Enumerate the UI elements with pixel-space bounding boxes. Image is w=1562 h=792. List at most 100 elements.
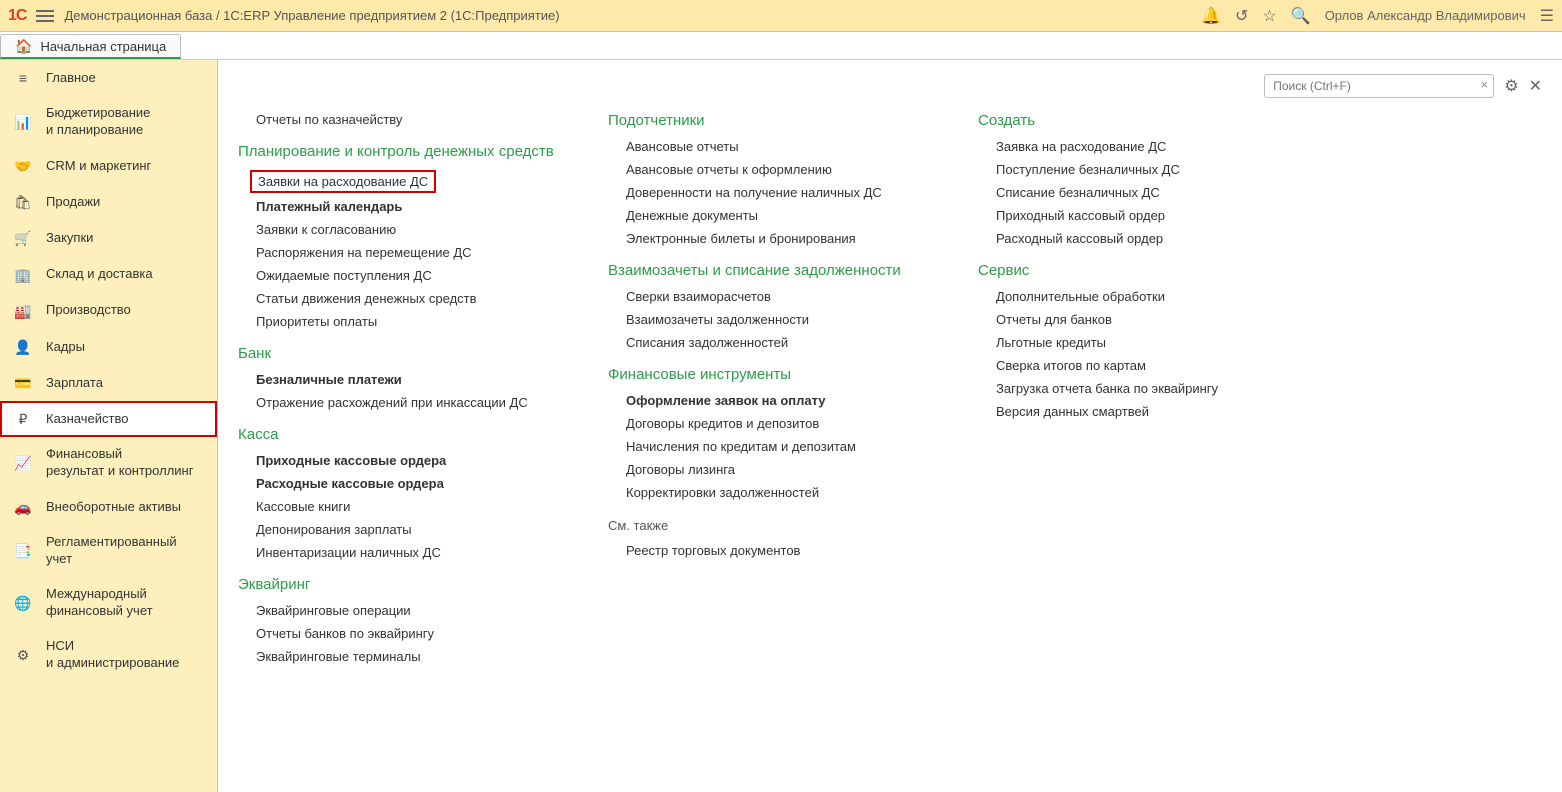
logo-1c: 1C (8, 7, 26, 25)
nav-link[interactable]: Безналичные платежи (256, 372, 558, 387)
sidebar-item[interactable]: 👤Кадры (0, 329, 217, 365)
home-icon: 🏠 (15, 38, 32, 55)
sidebar-label: Продажи (46, 194, 203, 211)
sidebar-icon: ⚙ (14, 646, 32, 664)
nav-link[interactable]: Сверки взаиморасчетов (626, 289, 928, 304)
search-icon[interactable]: 🔍 (1291, 6, 1311, 26)
star-icon[interactable]: ☆ (1262, 6, 1276, 26)
nav-link[interactable]: Отчеты по казначейству (256, 112, 558, 127)
nav-link[interactable]: Оформление заявок на оплату (626, 393, 928, 408)
sidebar-icon: 💳 (14, 374, 32, 392)
nav-link[interactable]: Авансовые отчеты (626, 139, 928, 154)
group-header[interactable]: Финансовые инструменты (608, 366, 928, 383)
group-header[interactable]: Подотчетники (608, 112, 928, 129)
group-header[interactable]: Планирование и контроль денежных средств (238, 143, 558, 160)
menu-icon[interactable] (36, 10, 54, 22)
nav-link[interactable]: Инвентаризации наличных ДС (256, 545, 558, 560)
nav-link[interactable]: Версия данных смартвей (996, 404, 1298, 419)
filter-icon[interactable]: ☰ (1540, 6, 1554, 26)
sidebar: ≡Главное📊Бюджетирование и планирование 🤝 C… (0, 60, 218, 792)
col-3: Создать Заявка на расходование ДС Поступле… (978, 108, 1298, 427)
nav-link[interactable]: Отчеты банков по эквайрингу (256, 626, 558, 641)
nav-link[interactable]: Корректировки задолженностей (626, 485, 928, 500)
sidebar-item[interactable]: 🚗Внеоборотные активы (0, 489, 217, 525)
nav-link[interactable]: Доверенности на получение наличных ДС (626, 185, 928, 200)
sidebar-label: Бюджетирование и планирование (46, 105, 203, 139)
close-icon[interactable]: ✕ (1529, 76, 1542, 96)
nav-link[interactable]: Отражение расхождений при инкассации ДС (256, 395, 558, 410)
nav-link[interactable]: Расходные кассовые ордера (256, 476, 558, 491)
sidebar-label: Международный финансовый учет (46, 586, 203, 620)
nav-link[interactable]: Списание безналичных ДС (996, 185, 1298, 200)
sidebar-label: CRM и маркетинг (46, 158, 203, 175)
sidebar-icon: 🏢 (14, 266, 32, 284)
nav-link[interactable]: Расходный кассовый ордер (996, 231, 1298, 246)
sidebar-item[interactable]: 📑Регламентированный учет (0, 525, 217, 577)
sidebar-item[interactable]: 🛍Продажи (0, 184, 217, 220)
sidebar-item[interactable]: 📈Финансовый результат и контроллинг (0, 437, 217, 489)
nav-link[interactable]: Сверка итогов по картам (996, 358, 1298, 373)
sidebar-label: Главное (46, 70, 203, 87)
nav-link[interactable]: Начисления по кредитам и депозитам (626, 439, 928, 454)
sidebar-label: Финансовый результат и контроллинг (46, 446, 203, 480)
nav-link[interactable]: Отчеты для банков (996, 312, 1298, 327)
tab-start[interactable]: 🏠 Начальная страница (0, 34, 181, 59)
nav-link[interactable]: Заявки к согласованию (256, 222, 558, 237)
sidebar-item[interactable]: 💳Зарплата (0, 365, 217, 401)
nav-link[interactable]: Приходный кассовый ордер (996, 208, 1298, 223)
nav-link[interactable]: Приоритеты оплаты (256, 314, 558, 329)
tabbar: 🏠 Начальная страница (0, 32, 1562, 60)
sidebar-item[interactable]: 📊Бюджетирование и планирование (0, 96, 217, 148)
nav-link[interactable]: Эквайринговые операции (256, 603, 558, 618)
nav-link[interactable]: Приходные кассовые ордера (256, 453, 558, 468)
sidebar-item[interactable]: ⚙ НСИ и администрирование (0, 629, 217, 681)
sidebar-item[interactable]: 🌐Международный финансовый учет (0, 577, 217, 629)
nav-link[interactable]: Кассовые книги (256, 499, 558, 514)
nav-link[interactable]: Взаимозачеты задолженности (626, 312, 928, 327)
sidebar-label: Склад и доставка (46, 266, 203, 283)
nav-link[interactable]: Распоряжения на перемещение ДС (256, 245, 558, 260)
nav-link[interactable]: Договоры кредитов и депозитов (626, 416, 928, 431)
nav-link[interactable]: Списания задолженностей (626, 335, 928, 350)
nav-link[interactable]: Эквайринговые терминалы (256, 649, 558, 664)
gear-icon[interactable]: ⚙ (1504, 76, 1518, 96)
group-header[interactable]: Касса (238, 426, 558, 443)
bell-icon[interactable]: 🔔 (1201, 6, 1221, 26)
sidebar-item[interactable]: 🏢 Склад и доставка (0, 257, 217, 293)
sidebar-label: Закупки (46, 230, 203, 247)
user-name[interactable]: Орлов Александр Владимирович (1325, 8, 1526, 23)
sidebar-item[interactable]: ≡Главное (0, 60, 217, 96)
group-header[interactable]: Банк (238, 345, 558, 362)
nav-link[interactable]: Авансовые отчеты к оформлению (626, 162, 928, 177)
sidebar-label: НСИ и администрирование (46, 638, 203, 672)
nav-link[interactable]: Договоры лизинга (626, 462, 928, 477)
group-header[interactable]: Взаимозачеты и списание задолженности (608, 262, 928, 279)
search-input[interactable] (1264, 74, 1494, 98)
clear-search-icon[interactable]: × (1481, 77, 1489, 92)
tab-label: Начальная страница (40, 39, 166, 54)
nav-link[interactable]: Статьи движения денежных средств (256, 291, 558, 306)
nav-link[interactable]: Поступление безналичных ДС (996, 162, 1298, 177)
nav-link[interactable]: Реестр торговых документов (626, 543, 928, 558)
history-icon[interactable]: ↺ (1235, 6, 1248, 26)
group-header[interactable]: Создать (978, 112, 1298, 129)
group-header[interactable]: Сервис (978, 262, 1298, 279)
nav-link[interactable]: Загрузка отчета банка по эквайрингу (996, 381, 1298, 396)
nav-link-highlighted[interactable]: Заявки на расходование ДС (250, 170, 436, 193)
nav-link[interactable]: Денежные документы (626, 208, 928, 223)
nav-link[interactable]: Платежный календарь (256, 199, 558, 214)
sidebar-icon: 🤝 (14, 157, 32, 175)
nav-link[interactable]: Льготные кредиты (996, 335, 1298, 350)
nav-link[interactable]: Электронные билеты и бронирования (626, 231, 928, 246)
nav-link[interactable]: Ожидаемые поступления ДС (256, 268, 558, 283)
sidebar-item[interactable]: 🛒Закупки (0, 220, 217, 256)
sidebar-label: Казначейство (46, 411, 203, 428)
sidebar-item[interactable]: ₽Казначейство (0, 401, 217, 437)
col-1: Отчеты по казначейству Планирование и кон… (238, 108, 558, 672)
sidebar-item[interactable]: 🏭Производство (0, 293, 217, 329)
sidebar-item[interactable]: 🤝 CRM и маркетинг (0, 148, 217, 184)
group-header[interactable]: Эквайринг (238, 576, 558, 593)
nav-link[interactable]: Дополнительные обработки (996, 289, 1298, 304)
nav-link[interactable]: Депонирования зарплаты (256, 522, 558, 537)
nav-link[interactable]: Заявка на расходование ДС (996, 139, 1298, 154)
